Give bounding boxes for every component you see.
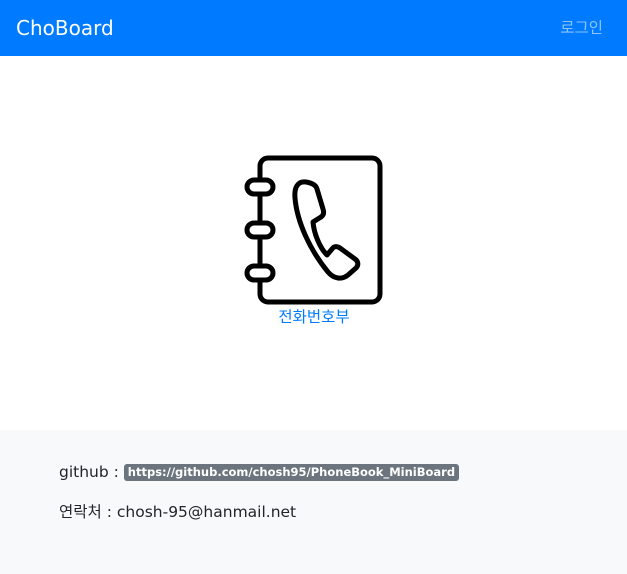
login-link[interactable]: 로그인	[560, 17, 603, 39]
contact-label: 연락처 :	[59, 503, 112, 521]
github-line: github : https://github.com/chosh95/Phon…	[59, 461, 460, 483]
phonebook-icon	[244, 155, 383, 305]
github-url-badge[interactable]: https://github.com/chosh95/PhoneBook_Min…	[123, 464, 460, 481]
contact-line: 연락처 : chosh-95@hanmail.net	[59, 501, 296, 523]
top-navbar: ChoBoard 로그인	[0, 0, 627, 56]
phonebook-label: 전화번호부	[278, 308, 350, 326]
contact-email: chosh-95@hanmail.net	[116, 503, 297, 521]
phonebook-link[interactable]: 전화번호부	[244, 154, 384, 329]
footer: github : https://github.com/chosh95/Phon…	[0, 430, 627, 574]
main-content: 전화번호부	[0, 56, 627, 430]
brand-link[interactable]: ChoBoard	[16, 15, 114, 41]
github-label: github :	[59, 463, 119, 481]
